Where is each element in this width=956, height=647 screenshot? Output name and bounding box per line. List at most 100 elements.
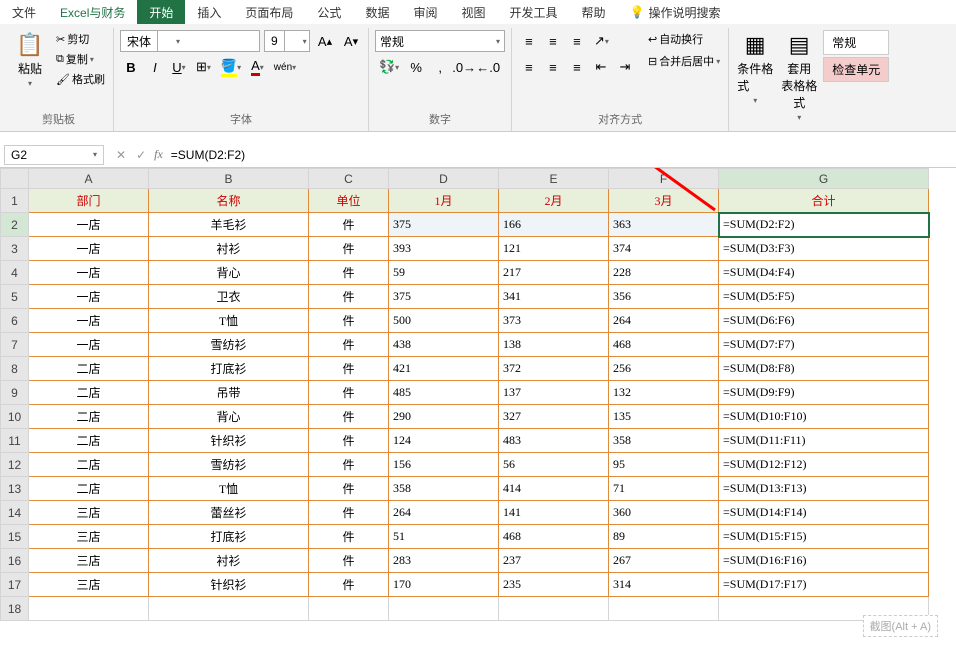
cell-C3[interactable]: 件 bbox=[309, 237, 389, 261]
cell-E10[interactable]: 327 bbox=[499, 405, 609, 429]
align-top-button[interactable]: ≡ bbox=[518, 30, 540, 52]
menu-review[interactable]: 审阅 bbox=[401, 0, 449, 24]
cell-B13[interactable]: T恤 bbox=[149, 477, 309, 501]
cell-G12[interactable]: =SUM(D12:F12) bbox=[719, 453, 929, 477]
cell-E15[interactable]: 468 bbox=[499, 525, 609, 549]
paste-button[interactable]: 📋 粘贴 ▾ bbox=[10, 30, 50, 90]
formula-input[interactable]: =SUM(D2:F2) bbox=[171, 148, 245, 162]
cell-B18[interactable] bbox=[149, 597, 309, 621]
cell-C6[interactable]: 件 bbox=[309, 309, 389, 333]
cell-C17[interactable]: 件 bbox=[309, 573, 389, 597]
cell-G10[interactable]: =SUM(D10:F10) bbox=[719, 405, 929, 429]
cell-F11[interactable]: 358 bbox=[609, 429, 719, 453]
cell-G14[interactable]: =SUM(D14:F14) bbox=[719, 501, 929, 525]
cell-B11[interactable]: 针织衫 bbox=[149, 429, 309, 453]
cell-F2[interactable]: 363 bbox=[609, 213, 719, 237]
row-head-6[interactable]: 6 bbox=[1, 309, 29, 333]
cell-A3[interactable]: 一店 bbox=[29, 237, 149, 261]
number-format-select[interactable]: 常规 ▾ bbox=[375, 30, 505, 52]
cell-F9[interactable]: 132 bbox=[609, 381, 719, 405]
cell-C10[interactable]: 件 bbox=[309, 405, 389, 429]
cell-D12[interactable]: 156 bbox=[389, 453, 499, 477]
cell-D8[interactable]: 421 bbox=[389, 357, 499, 381]
cell-C4[interactable]: 件 bbox=[309, 261, 389, 285]
cell-C11[interactable]: 件 bbox=[309, 429, 389, 453]
cell-F16[interactable]: 267 bbox=[609, 549, 719, 573]
cell-E4[interactable]: 217 bbox=[499, 261, 609, 285]
cell-B17[interactable]: 针织衫 bbox=[149, 573, 309, 597]
cell-B12[interactable]: 雪纺衫 bbox=[149, 453, 309, 477]
cell-F1[interactable]: 3月 bbox=[609, 189, 719, 213]
cell-E12[interactable]: 56 bbox=[499, 453, 609, 477]
menu-insert[interactable]: 插入 bbox=[185, 0, 233, 24]
cell-D6[interactable]: 500 bbox=[389, 309, 499, 333]
decrease-indent-button[interactable]: ⇤ bbox=[590, 56, 612, 78]
menu-file[interactable]: 文件 bbox=[0, 0, 48, 24]
menu-layout[interactable]: 页面布局 bbox=[233, 0, 305, 24]
cell-C8[interactable]: 件 bbox=[309, 357, 389, 381]
wrap-text-button[interactable]: ↩自动换行 bbox=[646, 30, 722, 48]
font-color-button[interactable]: A▾ bbox=[247, 56, 268, 78]
cell-D16[interactable]: 283 bbox=[389, 549, 499, 573]
menu-developer[interactable]: 开发工具 bbox=[497, 0, 569, 24]
cell-F6[interactable]: 264 bbox=[609, 309, 719, 333]
cell-E11[interactable]: 483 bbox=[499, 429, 609, 453]
col-head-F[interactable]: F bbox=[609, 169, 719, 189]
align-left-button[interactable]: ≡ bbox=[518, 56, 540, 78]
fx-icon[interactable]: fx bbox=[154, 147, 163, 162]
row-head-16[interactable]: 16 bbox=[1, 549, 29, 573]
cell-G6[interactable]: =SUM(D6:F6) bbox=[719, 309, 929, 333]
cell-B9[interactable]: 吊带 bbox=[149, 381, 309, 405]
cell-D14[interactable]: 264 bbox=[389, 501, 499, 525]
menu-help[interactable]: 帮助 bbox=[570, 0, 618, 24]
menu-excel-finance[interactable]: Excel与财务 bbox=[48, 0, 137, 24]
cell-E8[interactable]: 372 bbox=[499, 357, 609, 381]
cell-C9[interactable]: 件 bbox=[309, 381, 389, 405]
cell-E18[interactable] bbox=[499, 597, 609, 621]
cell-G5[interactable]: =SUM(D5:F5) bbox=[719, 285, 929, 309]
cell-G7[interactable]: =SUM(D7:F7) bbox=[719, 333, 929, 357]
cell-A8[interactable]: 二店 bbox=[29, 357, 149, 381]
cell-F12[interactable]: 95 bbox=[609, 453, 719, 477]
cell-F5[interactable]: 356 bbox=[609, 285, 719, 309]
cell-C12[interactable]: 件 bbox=[309, 453, 389, 477]
cell-F8[interactable]: 256 bbox=[609, 357, 719, 381]
fill-color-button[interactable]: 🪣▾ bbox=[217, 56, 245, 78]
row-head-12[interactable]: 12 bbox=[1, 453, 29, 477]
bold-button[interactable]: B bbox=[120, 56, 142, 78]
row-head-1[interactable]: 1 bbox=[1, 189, 29, 213]
cell-D5[interactable]: 375 bbox=[389, 285, 499, 309]
row-head-14[interactable]: 14 bbox=[1, 501, 29, 525]
cell-B16[interactable]: 衬衫 bbox=[149, 549, 309, 573]
cell-A13[interactable]: 二店 bbox=[29, 477, 149, 501]
cell-B7[interactable]: 雪纺衫 bbox=[149, 333, 309, 357]
cell-D11[interactable]: 124 bbox=[389, 429, 499, 453]
increase-indent-button[interactable]: ⇥ bbox=[614, 56, 636, 78]
cell-E9[interactable]: 137 bbox=[499, 381, 609, 405]
cell-G15[interactable]: =SUM(D15:F15) bbox=[719, 525, 929, 549]
col-head-G[interactable]: G bbox=[719, 169, 929, 189]
row-head-4[interactable]: 4 bbox=[1, 261, 29, 285]
cell-F14[interactable]: 360 bbox=[609, 501, 719, 525]
cell-D10[interactable]: 290 bbox=[389, 405, 499, 429]
cell-E16[interactable]: 237 bbox=[499, 549, 609, 573]
row-head-9[interactable]: 9 bbox=[1, 381, 29, 405]
cell-E17[interactable]: 235 bbox=[499, 573, 609, 597]
cell-A7[interactable]: 一店 bbox=[29, 333, 149, 357]
cell-E7[interactable]: 138 bbox=[499, 333, 609, 357]
italic-button[interactable]: I bbox=[144, 56, 166, 78]
cell-A10[interactable]: 二店 bbox=[29, 405, 149, 429]
align-right-button[interactable]: ≡ bbox=[566, 56, 588, 78]
cell-F13[interactable]: 71 bbox=[609, 477, 719, 501]
select-all-corner[interactable] bbox=[1, 169, 29, 189]
cell-G2[interactable]: =SUM(D2:F2) bbox=[719, 213, 929, 237]
cell-F7[interactable]: 468 bbox=[609, 333, 719, 357]
cell-G3[interactable]: =SUM(D3:F3) bbox=[719, 237, 929, 261]
row-head-3[interactable]: 3 bbox=[1, 237, 29, 261]
row-head-18[interactable]: 18 bbox=[1, 597, 29, 621]
copy-button[interactable]: ⧉复制▾ bbox=[54, 50, 107, 68]
comma-button[interactable]: , bbox=[429, 56, 451, 78]
cell-D2[interactable]: 375 bbox=[389, 213, 499, 237]
cell-D17[interactable]: 170 bbox=[389, 573, 499, 597]
row-head-11[interactable]: 11 bbox=[1, 429, 29, 453]
